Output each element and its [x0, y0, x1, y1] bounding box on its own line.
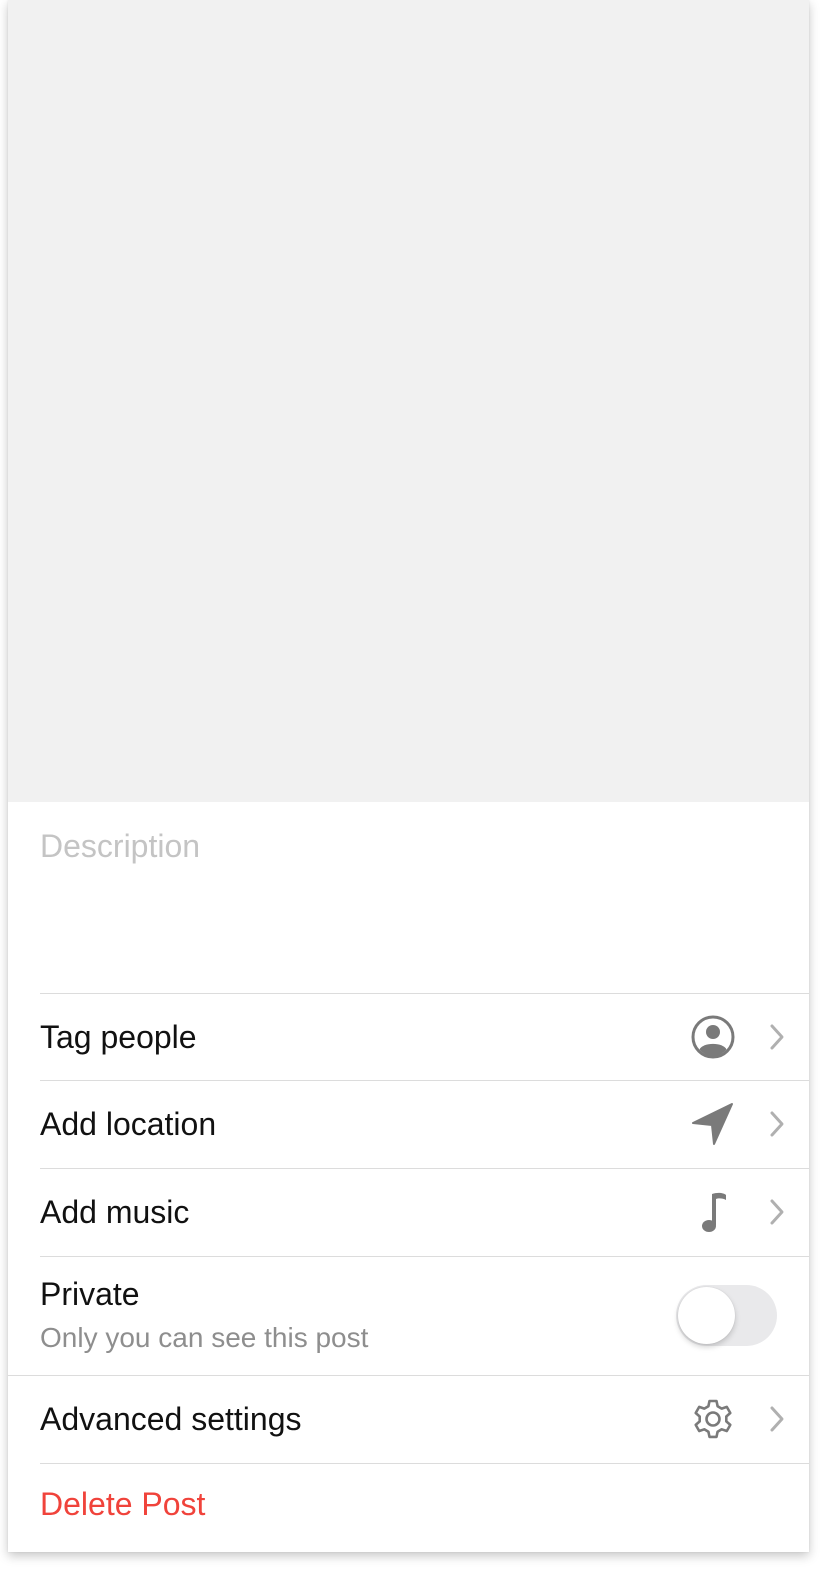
description-input[interactable]: Description	[40, 826, 780, 866]
media-preview[interactable]	[8, 0, 809, 802]
delete-post-button[interactable]: Delete Post	[40, 1486, 205, 1523]
private-subtitle: Only you can see this post	[40, 1322, 369, 1353]
chevron-right-icon	[770, 1406, 784, 1432]
divider	[40, 1463, 809, 1464]
gear-icon	[689, 1395, 737, 1443]
chevron-right-icon	[770, 1024, 784, 1050]
private-toggle[interactable]	[676, 1285, 777, 1346]
chevron-right-icon	[770, 1111, 784, 1137]
location-arrow-icon	[689, 1100, 737, 1148]
private-title: Private	[40, 1276, 140, 1312]
post-settings-screen: Description Tag people Add location Add …	[8, 0, 809, 1552]
chevron-right-icon	[770, 1199, 784, 1225]
person-circle-icon	[689, 1013, 737, 1061]
toggle-knob	[678, 1287, 735, 1344]
divider	[40, 1256, 809, 1257]
music-note-icon	[689, 1188, 737, 1236]
